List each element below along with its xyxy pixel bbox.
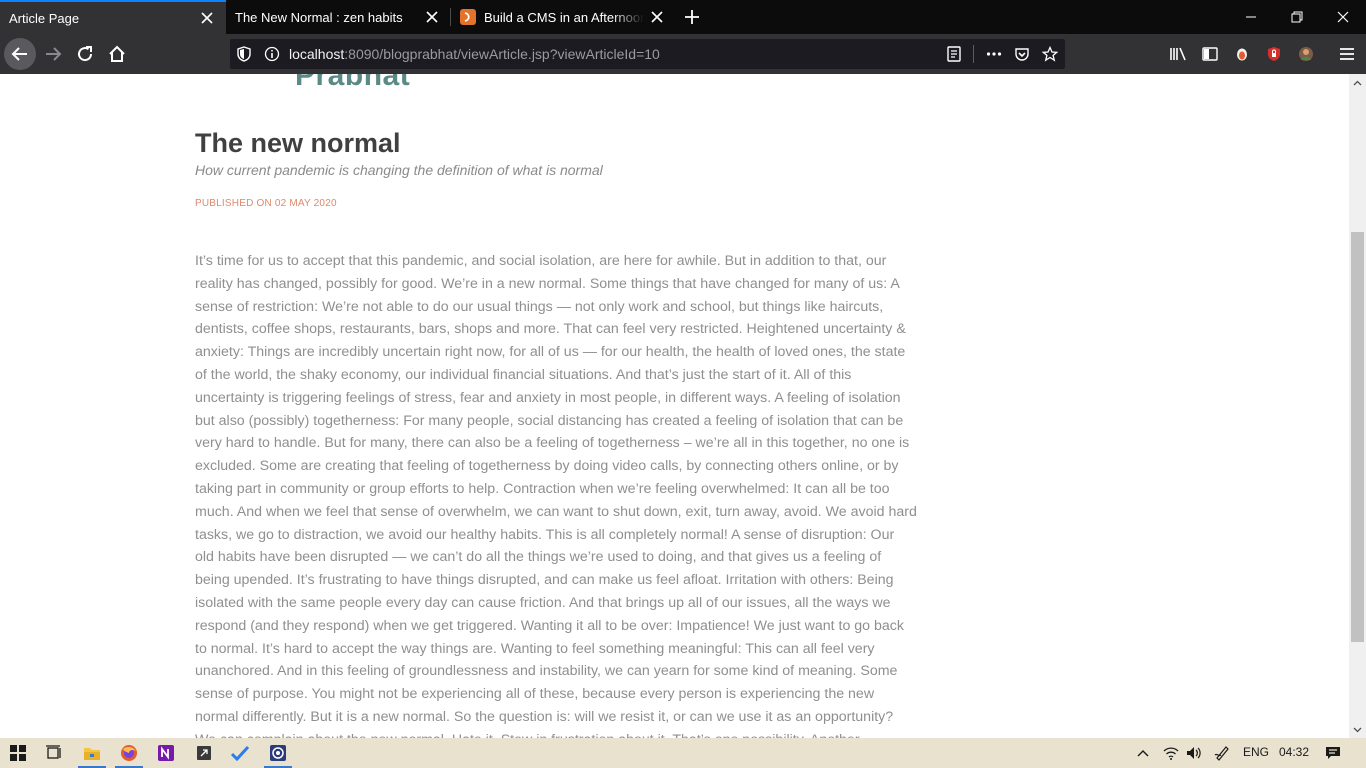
reload-button[interactable] bbox=[69, 38, 101, 70]
new-tab-button[interactable] bbox=[676, 0, 708, 34]
address-bar[interactable]: localhost:8090/blogprabhat/viewArticle.j… bbox=[230, 39, 1065, 69]
brave-shield-extension-icon[interactable] bbox=[1265, 45, 1283, 63]
tab-article-page[interactable]: Article Page bbox=[0, 0, 226, 34]
todo-checkmark-icon[interactable] bbox=[222, 738, 258, 768]
url-host: localhost bbox=[289, 46, 345, 62]
scroll-thumb[interactable] bbox=[1351, 232, 1364, 642]
tab-build-a-cms[interactable]: Build a CMS in an Afternoon w bbox=[451, 0, 676, 34]
article-body: It’s time for us to accept that this pan… bbox=[195, 253, 917, 738]
bookmark-star-icon[interactable] bbox=[1042, 46, 1058, 62]
app-window-icon[interactable] bbox=[186, 738, 222, 768]
site-info-icon[interactable] bbox=[264, 46, 280, 62]
action-center-notifications-icon[interactable] bbox=[1316, 738, 1350, 768]
minimize-button[interactable] bbox=[1228, 0, 1274, 34]
windows-taskbar: ENG 04:32 bbox=[0, 738, 1366, 768]
page-actions-more-icon[interactable] bbox=[986, 46, 1002, 62]
site-favicon-icon bbox=[460, 9, 476, 25]
onenote-icon[interactable] bbox=[148, 738, 184, 768]
site-logo[interactable]: Prabhat bbox=[295, 74, 410, 93]
file-explorer-icon[interactable] bbox=[74, 738, 110, 768]
article-title: The new normal bbox=[195, 128, 401, 158]
tracking-protection-shield-icon[interactable] bbox=[236, 46, 252, 62]
scroll-down-arrow-icon[interactable] bbox=[1349, 721, 1366, 738]
system-clock[interactable]: 04:32 bbox=[1279, 745, 1309, 759]
close-window-button[interactable] bbox=[1320, 0, 1366, 34]
volume-speaker-icon[interactable] bbox=[1179, 738, 1209, 768]
page-content: Prabhat The new normal How current pande… bbox=[0, 74, 1349, 738]
tab-title: Build a CMS in an Afternoon w bbox=[484, 9, 644, 25]
forward-button[interactable] bbox=[37, 38, 69, 70]
back-button[interactable] bbox=[4, 38, 36, 70]
navigation-toolbar: localhost:8090/blogprabhat/viewArticle.j… bbox=[0, 34, 1366, 74]
extension-avatar-icon[interactable] bbox=[1297, 45, 1315, 63]
library-icon[interactable] bbox=[1169, 45, 1187, 63]
input-language-indicator[interactable]: ENG bbox=[1243, 745, 1269, 759]
url-path: :8090/blogprabhat/viewArticle.jsp?viewAr… bbox=[344, 46, 660, 62]
hamburger-menu-icon[interactable] bbox=[1338, 45, 1356, 63]
page-scrollbar[interactable] bbox=[1349, 74, 1366, 738]
published-date: PUBLISHED ON 02 MAY 2020 bbox=[195, 198, 337, 209]
tab-new-normal-zen-habits[interactable]: The New Normal : zen habits bbox=[226, 0, 451, 34]
pen-ink-workspace-icon[interactable] bbox=[1207, 738, 1237, 768]
firefox-icon[interactable] bbox=[111, 738, 147, 768]
url-divider bbox=[973, 45, 974, 63]
sidebar-icon[interactable] bbox=[1201, 45, 1219, 63]
start-button[interactable] bbox=[0, 738, 36, 768]
close-tab-icon[interactable] bbox=[419, 4, 445, 30]
extension-orange-icon[interactable] bbox=[1233, 45, 1251, 63]
tab-title: The New Normal : zen habits bbox=[235, 9, 403, 25]
article-subtitle: How current pandemic is changing the def… bbox=[195, 162, 603, 178]
tab-title: Article Page bbox=[9, 10, 80, 26]
pocket-icon[interactable] bbox=[1014, 46, 1030, 62]
close-tab-icon[interactable] bbox=[644, 4, 670, 30]
restore-button[interactable] bbox=[1274, 0, 1320, 34]
url-text[interactable]: localhost:8090/blogprabhat/viewArticle.j… bbox=[289, 46, 660, 62]
task-view-icon[interactable] bbox=[36, 738, 72, 768]
home-button[interactable] bbox=[101, 38, 133, 70]
scroll-up-arrow-icon[interactable] bbox=[1349, 74, 1366, 91]
reader-view-icon[interactable] bbox=[946, 46, 962, 62]
close-tab-icon[interactable] bbox=[194, 5, 220, 31]
show-hidden-icons-chevron-up-icon[interactable] bbox=[1128, 738, 1158, 768]
vm-app-icon[interactable] bbox=[260, 738, 296, 768]
tab-strip: Article Page The New Normal : zen habits… bbox=[0, 0, 1366, 34]
